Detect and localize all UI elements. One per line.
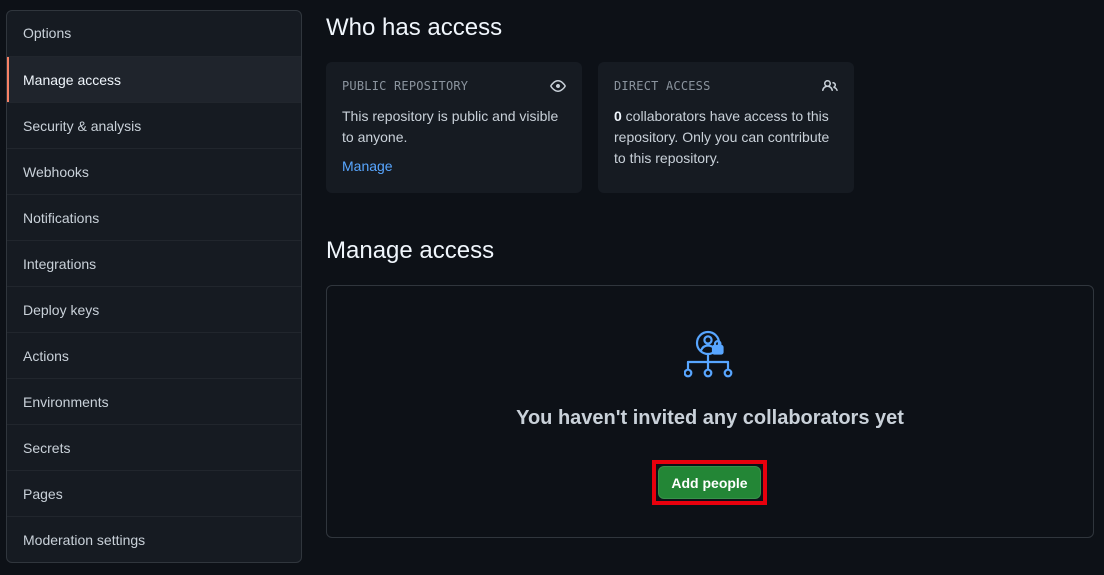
sidebar-item-manage-access[interactable]: Manage access: [7, 56, 301, 102]
manage-visibility-link[interactable]: Manage: [342, 158, 393, 174]
who-has-access-heading: Who has access: [326, 14, 503, 41]
add-people-button[interactable]: Add people: [658, 466, 761, 499]
sidebar-item-secrets[interactable]: Secrets: [7, 424, 301, 470]
direct-access-description: collaborators have access to this reposi…: [614, 108, 830, 166]
direct-access-label: DIRECT ACCESS: [614, 79, 711, 93]
manage-access-heading: Manage access: [326, 237, 495, 264]
sidebar-item-actions[interactable]: Actions: [7, 332, 301, 378]
sidebar-item-deploy-keys[interactable]: Deploy keys: [7, 286, 301, 332]
public-repository-text: This repository is public and visible to…: [342, 108, 559, 145]
collaborators-blankslate: You haven't invited any collaborators ye…: [326, 285, 1094, 538]
sidebar-item-moderation-settings[interactable]: Moderation settings: [7, 516, 301, 562]
collaborator-count: 0: [614, 108, 622, 124]
public-repository-card: PUBLIC REPOSITORY This repository is pub…: [326, 62, 582, 193]
person-lock-org-icon: [684, 330, 733, 378]
empty-collaborators-message: You haven't invited any collaborators ye…: [516, 407, 904, 429]
sidebar-item-integrations[interactable]: Integrations: [7, 240, 301, 286]
sidebar-item-pages[interactable]: Pages: [7, 470, 301, 516]
direct-access-text: 0 collaborators have access to this repo…: [614, 106, 838, 169]
direct-access-card: DIRECT ACCESS 0 collaborators have acces…: [598, 62, 854, 193]
eye-icon: [550, 80, 566, 92]
sidebar-item-security-analysis[interactable]: Security & analysis: [7, 102, 301, 148]
settings-sidebar: Options Manage access Security & analysi…: [6, 10, 302, 563]
people-icon: [822, 79, 838, 92]
sidebar-item-webhooks[interactable]: Webhooks: [7, 148, 301, 194]
public-repository-label: PUBLIC REPOSITORY: [342, 79, 469, 93]
sidebar-item-environments[interactable]: Environments: [7, 378, 301, 424]
sidebar-item-options[interactable]: Options: [7, 11, 301, 56]
sidebar-item-notifications[interactable]: Notifications: [7, 194, 301, 240]
